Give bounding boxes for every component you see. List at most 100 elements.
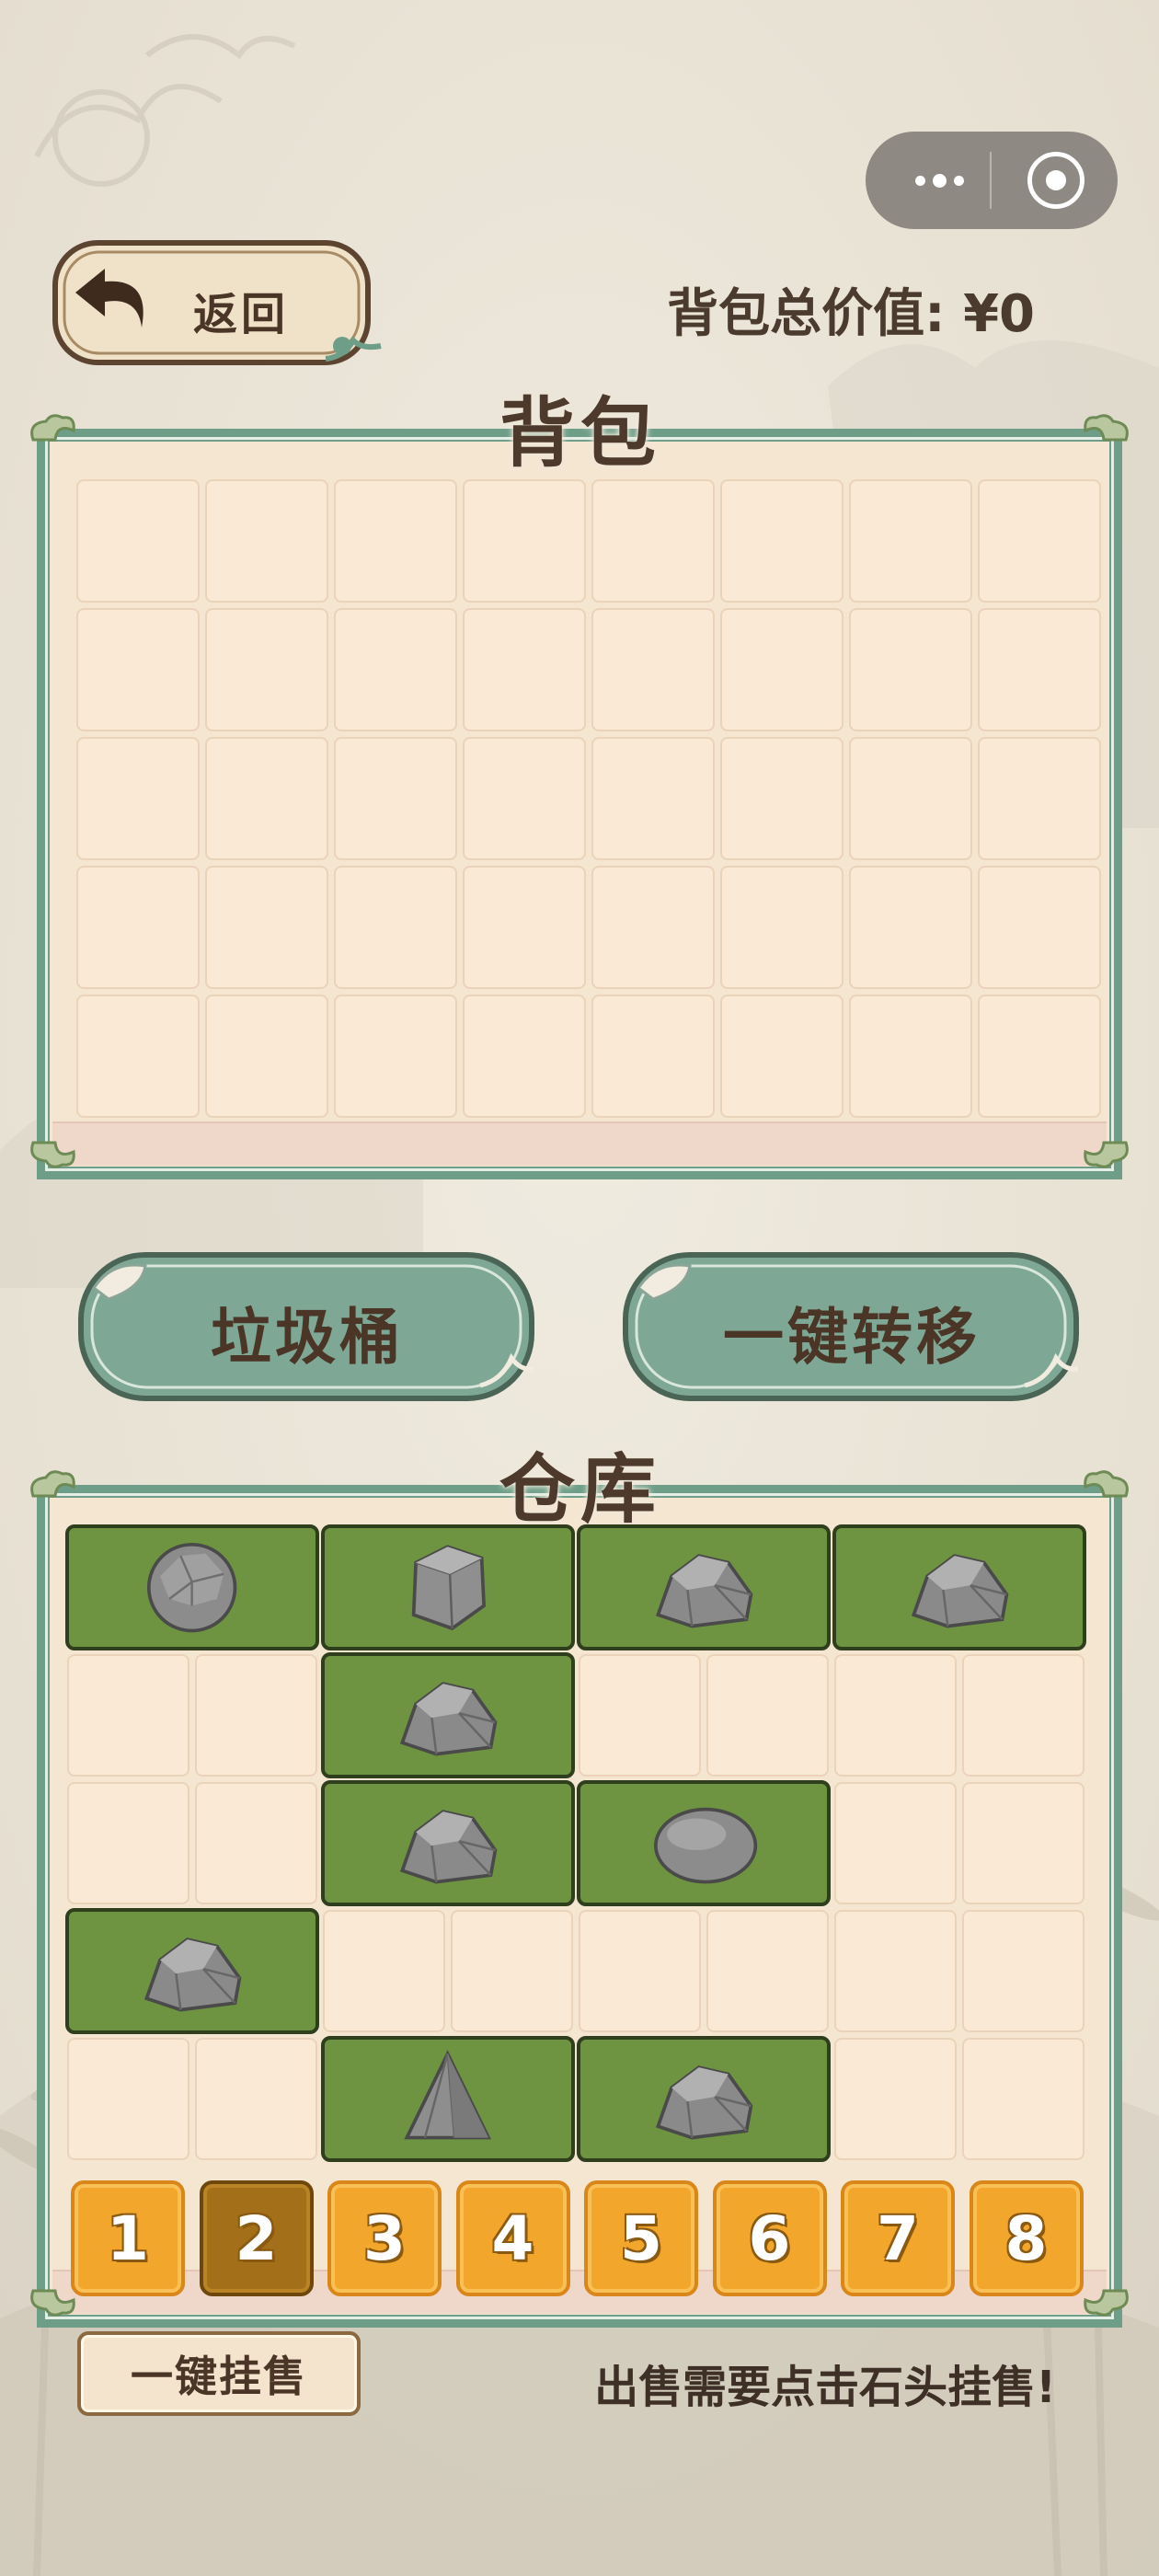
- backpack-slot[interactable]: [205, 479, 328, 603]
- page-tab-1[interactable]: 1: [71, 2180, 185, 2296]
- backpack-slot[interactable]: [76, 479, 200, 603]
- warehouse-slot[interactable]: [195, 1654, 317, 1777]
- warehouse-stone-item[interactable]: [577, 2036, 831, 2162]
- more-dots-icon[interactable]: [893, 132, 985, 229]
- backpack-slot[interactable]: [591, 866, 715, 989]
- backpack-slot[interactable]: [720, 866, 843, 989]
- backpack-slot[interactable]: [334, 995, 457, 1118]
- warehouse-slot[interactable]: [962, 1654, 1084, 1777]
- backpack-slot[interactable]: [849, 479, 972, 603]
- warehouse-slot[interactable]: [706, 1910, 829, 2032]
- backpack-slot[interactable]: [205, 995, 328, 1118]
- page-tab-3[interactable]: 3: [327, 2180, 442, 2296]
- page-tab-6[interactable]: 6: [712, 2180, 827, 2296]
- cloud-ornament-icon: [1084, 1470, 1129, 1498]
- cloud-ornament-icon: [30, 1141, 75, 1168]
- backpack-total-value: 背包总价值: ¥0: [667, 284, 1035, 344]
- page-tab-7[interactable]: 7: [841, 2180, 955, 2296]
- backpack-title: 背包: [499, 390, 661, 477]
- warehouse-slot[interactable]: [195, 1782, 317, 1904]
- warehouse-slot[interactable]: [706, 1654, 829, 1777]
- backpack-slot[interactable]: [849, 866, 972, 989]
- backpack-slot[interactable]: [76, 737, 200, 860]
- backpack-slot[interactable]: [205, 737, 328, 860]
- warehouse-stone-item[interactable]: [321, 1780, 575, 1906]
- warehouse-title: 仓库: [499, 1446, 661, 1534]
- backpack-slot[interactable]: [334, 866, 457, 989]
- backpack-slot[interactable]: [334, 737, 457, 860]
- backpack-slot[interactable]: [463, 995, 586, 1118]
- cloud-ornament-icon: [1084, 2289, 1129, 2317]
- warehouse-stone-item[interactable]: [321, 1652, 575, 1778]
- rock-stone-icon: [656, 2064, 753, 2140]
- backpack-slot[interactable]: [978, 479, 1101, 603]
- backpack-slot[interactable]: [205, 608, 328, 731]
- transfer-all-label: 一键转移: [723, 1302, 981, 1373]
- warehouse-slot[interactable]: [962, 1782, 1084, 1904]
- warehouse-slot[interactable]: [67, 2038, 189, 2160]
- warehouse-slot[interactable]: [962, 2038, 1084, 2160]
- page-tab-8[interactable]: 8: [969, 2180, 1084, 2296]
- warehouse-slot[interactable]: [579, 1654, 701, 1777]
- backpack-slot[interactable]: [720, 608, 843, 731]
- target-circle-icon[interactable]: [1027, 152, 1084, 209]
- mini-program-capsule: [866, 132, 1118, 229]
- warehouse-slot[interactable]: [834, 2038, 957, 2160]
- backpack-slot[interactable]: [849, 608, 972, 731]
- warehouse-stone-item[interactable]: [65, 1908, 319, 2034]
- warehouse-slot[interactable]: [834, 1910, 957, 2032]
- rock-stone-icon: [656, 1553, 753, 1628]
- backpack-slot[interactable]: [978, 866, 1101, 989]
- cloud-ornament-icon: [30, 2289, 75, 2317]
- backpack-slot[interactable]: [591, 608, 715, 731]
- page-tab-2[interactable]: 2: [199, 2180, 314, 2296]
- cube-stone-icon: [412, 1545, 487, 1630]
- backpack-slot[interactable]: [334, 479, 457, 603]
- cloud-ornament-icon: [1084, 1141, 1129, 1168]
- warehouse-slot[interactable]: [323, 1910, 445, 2032]
- backpack-slot[interactable]: [849, 995, 972, 1118]
- backpack-slot[interactable]: [463, 866, 586, 989]
- backpack-grid: [76, 479, 1101, 1118]
- backpack-slot[interactable]: [205, 866, 328, 989]
- warehouse-stone-item[interactable]: [832, 1524, 1086, 1650]
- backpack-slot[interactable]: [591, 995, 715, 1118]
- backpack-slot[interactable]: [76, 995, 200, 1118]
- backpack-slot[interactable]: [463, 737, 586, 860]
- warehouse-stone-item[interactable]: [577, 1780, 831, 1906]
- sell-hint: 出售需要点击石头挂售!: [594, 2362, 1056, 2413]
- warehouse-slot[interactable]: [67, 1654, 189, 1777]
- warehouse-slot[interactable]: [962, 1910, 1084, 2032]
- sell-all-button[interactable]: 一键挂售: [77, 2331, 361, 2416]
- backpack-slot[interactable]: [591, 737, 715, 860]
- oval-stone-icon: [654, 1807, 758, 1884]
- warehouse-slot[interactable]: [451, 1910, 573, 2032]
- warehouse-slot[interactable]: [195, 2038, 317, 2160]
- trash-label: 垃圾桶: [211, 1302, 404, 1373]
- page-tab-5[interactable]: 5: [584, 2180, 698, 2296]
- backpack-slot[interactable]: [849, 737, 972, 860]
- backpack-slot[interactable]: [978, 608, 1101, 731]
- warehouse-stone-item[interactable]: [321, 2036, 575, 2162]
- backpack-slot[interactable]: [463, 479, 586, 603]
- warehouse-slot[interactable]: [579, 1910, 701, 2032]
- backpack-slot[interactable]: [76, 608, 200, 731]
- backpack-slot[interactable]: [720, 737, 843, 860]
- warehouse-stone-item[interactable]: [321, 1524, 575, 1650]
- backpack-slot[interactable]: [334, 608, 457, 731]
- backpack-slot[interactable]: [978, 995, 1101, 1118]
- backpack-slot[interactable]: [720, 995, 843, 1118]
- backpack-slot[interactable]: [76, 866, 200, 989]
- warehouse-stone-item[interactable]: [65, 1524, 319, 1650]
- warehouse-slot[interactable]: [834, 1654, 957, 1777]
- cloud-ornament-icon: [1084, 414, 1129, 442]
- backpack-slot[interactable]: [591, 479, 715, 603]
- warehouse-stone-item[interactable]: [577, 1524, 831, 1650]
- page-tab-4[interactable]: 4: [455, 2180, 570, 2296]
- warehouse-slot[interactable]: [834, 1782, 957, 1904]
- rock-stone-icon: [400, 1809, 498, 1884]
- backpack-slot[interactable]: [978, 737, 1101, 860]
- warehouse-slot[interactable]: [67, 1782, 189, 1904]
- backpack-slot[interactable]: [720, 479, 843, 603]
- backpack-slot[interactable]: [463, 608, 586, 731]
